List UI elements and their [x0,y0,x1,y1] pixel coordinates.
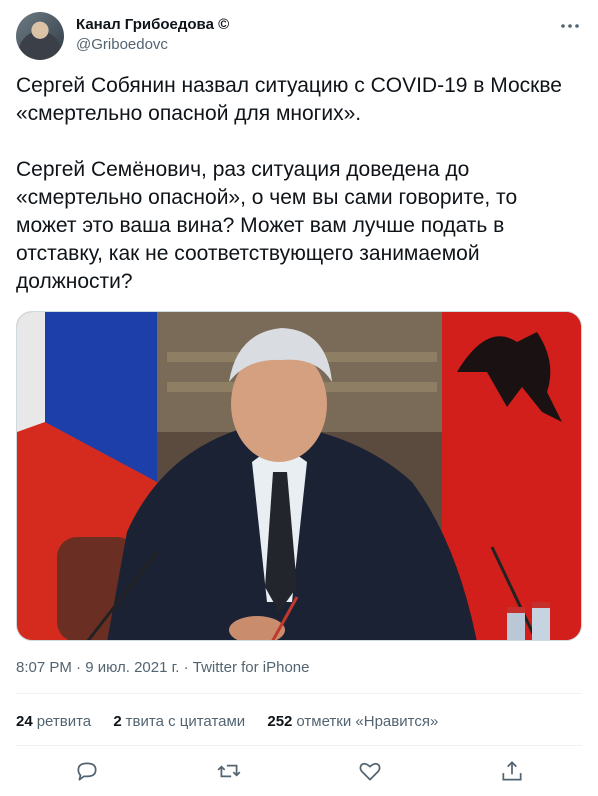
avatar[interactable] [16,12,64,60]
retweets-count: 24 [16,713,33,730]
more-dots-icon[interactable] [558,14,582,38]
tweet-text: Сергей Собянин назвал ситуацию с COVID-1… [16,74,562,293]
retweets-label: ретвита [36,713,92,730]
tweet-header: Канал Грибоедова © @Griboedovc [16,12,582,60]
share-icon[interactable] [499,758,525,784]
likes-stat[interactable]: 252 отметки «Нравится» [267,712,438,732]
retweet-icon[interactable] [216,758,242,784]
tweet-photo[interactable] [16,311,582,641]
likes-label: отметки «Нравится» [296,713,439,730]
display-name[interactable]: Канал Грибоедова © [76,15,229,35]
quotes-count: 2 [113,713,122,730]
action-bar [16,754,582,788]
divider [16,693,582,694]
heart-icon[interactable] [357,758,383,784]
user-handle[interactable]: @Griboedovc [76,35,229,55]
tweet-stats: 24 ретвита 2 твита с цитатами 252 отметки «… [16,712,456,732]
quotes-label: твита с цитатами [125,713,246,730]
author-info[interactable]: Канал Грибоедова © @Griboedovc [76,15,229,55]
divider [16,745,582,746]
tweet-card: Канал Грибоедова © @Griboedovc Сергей Со… [0,0,598,796]
likes-count: 252 [267,713,293,730]
reply-icon[interactable] [74,758,100,784]
retweets-stat[interactable]: 24 ретвита [16,712,91,732]
photo-illustration [17,312,581,640]
tweet-meta: 8:07 PM · 9 июл. 2021 г. · Twitter for i… [16,659,310,676]
quotes-stat[interactable]: 2 твита с цитатами [113,712,245,732]
